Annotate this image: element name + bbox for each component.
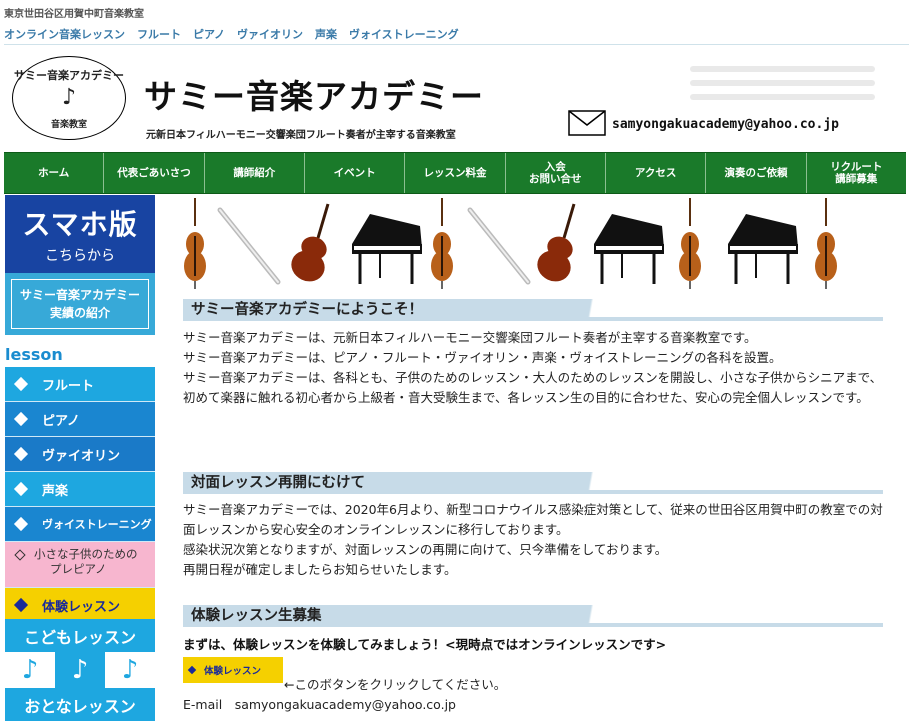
sidebar-item-pre-piano[interactable]: 小さな子供のための プレピアノ — [5, 542, 155, 588]
diamond-icon — [13, 516, 29, 532]
trial-button-label: 体験レッスン — [204, 666, 262, 677]
sidebar-item-label: 体験レッスン — [42, 599, 121, 615]
nav-greeting[interactable]: 代表ごあいさつ — [104, 153, 205, 193]
achievements-button[interactable]: サミー音楽アカデミー 実績の紹介 — [5, 273, 155, 335]
sidebar-item-label: 小さな子供のための プレピアノ — [34, 547, 138, 577]
topnav-piano[interactable]: ピアノ — [193, 26, 225, 42]
smartphone-version-button[interactable]: スマホ版 こちらから — [5, 195, 155, 273]
topnav-vocal[interactable]: 声楽 — [315, 26, 337, 42]
achievements-line1: サミー音楽アカデミー — [19, 288, 140, 302]
instruments-banner — [183, 197, 838, 290]
sidebar-item-trial[interactable]: 体験レッスン — [5, 588, 155, 623]
music-note-icon: ♪ — [55, 652, 105, 688]
achievements-line2: 実績の紹介 — [49, 306, 110, 320]
main-nav: ホーム 代表ごあいさつ 講師紹介 イベント レッスン料金 入会 お問い合せ アク… — [4, 152, 906, 194]
topnav-violin[interactable]: ヴァイオリン — [237, 26, 303, 42]
nav-join-contact[interactable]: 入会 お問い合せ — [506, 153, 606, 193]
click-instruction: ←このボタンをクリックしてください。 — [284, 677, 507, 692]
sidebar-item-label: フルート — [42, 378, 95, 394]
text-line: サミー音楽アカデミーは、各科とも、子供のためのレッスン・大人のためのレッスンを開… — [183, 370, 883, 385]
notes-strip: ♪ ♪ ♪ — [5, 652, 155, 688]
smartphone-sublabel: こちらから — [45, 248, 115, 264]
site-title: サミー音楽アカデミー — [144, 77, 484, 116]
nav-performance-request[interactable]: 演奏のご依頼 — [706, 153, 807, 193]
site-caption: 東京世田谷区用賀中町音楽教室 — [4, 9, 144, 20]
nav-home[interactable]: ホーム — [4, 153, 105, 193]
smartphone-label: スマホ版 — [22, 208, 138, 241]
faded-decoration — [690, 58, 875, 118]
diamond-outline-icon — [14, 549, 26, 561]
envelope-icon[interactable] — [568, 110, 606, 136]
topnav-flute[interactable]: フルート — [137, 26, 181, 42]
diamond-icon — [13, 481, 29, 497]
sidebar-item-violin[interactable]: ヴァイオリン — [5, 437, 155, 472]
diamond-icon — [13, 376, 29, 392]
pre-piano-line2: プレピアノ — [50, 562, 107, 576]
text-line: 再開日程が確定しましたらお知らせいたします。 — [183, 562, 457, 577]
section-trial-heading: 体験レッスン生募集 — [183, 605, 883, 627]
nav-recruit[interactable]: リクルート 講師募集 — [807, 153, 906, 193]
nav-teachers[interactable]: 講師紹介 — [205, 153, 305, 193]
nav-access[interactable]: アクセス — [606, 153, 707, 193]
text-line: サミー音楽アカデミーでは、2020年6月より、新型コロナウイルス感染症対策として… — [183, 502, 883, 537]
text-line: 初めて楽器に触れる初心者から上級者・音大受験生まで、各レッスン生の目的に合わせた… — [183, 390, 869, 405]
sidebar-item-voice-training[interactable]: ヴォイストレーニング — [5, 507, 155, 542]
nav-events[interactable]: イベント — [305, 153, 406, 193]
diamond-icon — [13, 446, 29, 462]
diamond-icon — [13, 597, 29, 613]
divider — [4, 44, 909, 45]
text-line: サミー音楽アカデミーは、ピアノ・フルート・ヴァイオリン・声楽・ヴォイストレーニン… — [183, 350, 782, 365]
sidebar-item-label: ヴォイストレーニング — [42, 518, 152, 531]
sidebar-item-vocal[interactable]: 声楽 — [5, 472, 155, 507]
music-note-icon: ♪ — [5, 652, 55, 688]
logo-bottom-text: 音楽教室 — [50, 120, 87, 130]
section-reopening-heading: 対面レッスン再開にむけて — [183, 472, 883, 494]
sidebar-item-piano[interactable]: ピアノ — [5, 402, 155, 437]
topnav-online[interactable]: オンライン音楽レッスン — [4, 26, 125, 42]
text-line: 感染状況次第となりますが、対面レッスンの再開に向けて、只今準備をしております。 — [183, 542, 668, 557]
welcome-text: サミー音楽アカデミーは、元新日本フィルハーモニー交響楽団フルート奏者が主宰する音… — [183, 328, 883, 408]
top-nav: オンライン音楽レッスン フルート ピアノ ヴァイオリン 声楽 ヴォイストレーニン… — [4, 26, 459, 42]
header-email[interactable]: samyongakuacademy@yahoo.co.jp — [612, 117, 839, 132]
sidebar-item-label: 声楽 — [42, 483, 69, 499]
music-note-icon: ♪ — [105, 652, 155, 688]
adult-lesson-button[interactable]: おとなレッスン — [5, 688, 155, 721]
trial-lesson-button[interactable]: 体験レッスン — [183, 657, 283, 683]
achievements-label: サミー音楽アカデミー 実績の紹介 — [11, 279, 149, 329]
sidebar-item-flute[interactable]: フルート — [5, 367, 155, 402]
sidebar-item-label: ヴァイオリン — [42, 448, 121, 464]
music-note-icon: ♪ — [61, 85, 77, 110]
section-welcome-heading: サミー音楽アカデミーにようこそ！ — [183, 299, 883, 321]
logo-top-text: サミー音楽アカデミー — [14, 69, 124, 82]
topnav-voice-training[interactable]: ヴォイストレーニング — [349, 26, 459, 42]
nav-fees[interactable]: レッスン料金 — [405, 153, 506, 193]
lesson-heading: lesson — [5, 345, 63, 364]
lesson-menu: フルート ピアノ ヴァイオリン 声楽 ヴォイストレーニング 小さな子供のためのプ… — [5, 367, 155, 623]
sidebar-item-label: ピアノ — [42, 413, 80, 429]
logo[interactable]: サミー音楽アカデミー ♪ 音楽教室 — [12, 56, 126, 140]
diamond-icon — [187, 665, 197, 675]
reopening-text: サミー音楽アカデミーでは、2020年6月より、新型コロナウイルス感染症対策として… — [183, 500, 883, 580]
kids-lesson-button[interactable]: こどもレッスン — [5, 619, 155, 652]
diamond-icon — [13, 411, 29, 427]
text-line: サミー音楽アカデミーは、元新日本フィルハーモニー交響楽団フルート奏者が主宰する音… — [183, 330, 757, 345]
trial-intro: まずは、体験レッスンを体験してみましょう！<現時点ではオンラインレッスンです> — [183, 637, 667, 652]
pre-piano-line1: 小さな子供のための — [34, 547, 138, 561]
site-subtitle: 元新日本フィルハーモニー交響楽団フルート奏者が主宰する音楽教室 — [146, 130, 456, 141]
contact-email[interactable]: E-mail samyongakuacademy@yahoo.co.jp — [183, 694, 456, 713]
